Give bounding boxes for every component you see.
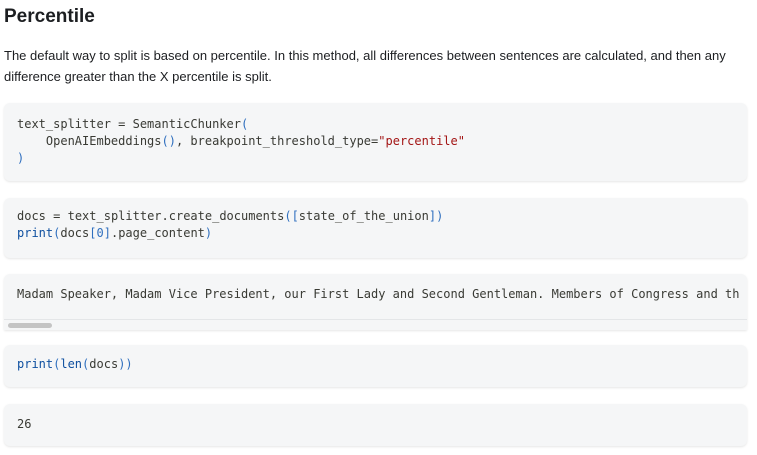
code-token: () bbox=[161, 134, 176, 148]
code-token: ]) bbox=[428, 209, 444, 223]
code-token: 0 bbox=[96, 226, 104, 240]
code-token: ) bbox=[204, 226, 213, 240]
horizontal-scrollbar[interactable] bbox=[4, 319, 747, 330]
code-text[interactable]: text_splitter = SemanticChunker( OpenAIE… bbox=[4, 103, 747, 167]
code-token: ( bbox=[240, 117, 249, 131]
code-token: print bbox=[17, 226, 54, 240]
code-token: docs bbox=[60, 226, 90, 240]
output-block-count[interactable]: 26 bbox=[4, 404, 747, 446]
code-token: .page_content bbox=[110, 226, 205, 240]
code-text[interactable]: print(len(docs)) bbox=[4, 345, 747, 373]
code-token: OpenAIEmbeddings bbox=[45, 134, 162, 148]
code-token: len bbox=[60, 357, 83, 371]
code-block-create-documents[interactable]: docs = text_splitter.create_documents([s… bbox=[4, 198, 747, 258]
code-token: = bbox=[110, 117, 133, 131]
code-token: = bbox=[45, 209, 68, 223]
section-heading: Percentile bbox=[4, 6, 95, 27]
code-token: docs bbox=[17, 209, 46, 223]
code-token: . bbox=[161, 209, 169, 223]
code-token: ([ bbox=[284, 209, 299, 223]
code-token: SemanticChunker bbox=[132, 117, 241, 131]
code-block-semantic-chunker[interactable]: text_splitter = SemanticChunker( OpenAIE… bbox=[4, 103, 747, 181]
code-token: print bbox=[17, 357, 54, 371]
code-token: breakpoint_threshold_type bbox=[190, 134, 372, 148]
description-paragraph: The default way to split is based on per… bbox=[4, 45, 749, 87]
code-token: state_of_the_union bbox=[298, 209, 429, 223]
paragraph-line-2: difference greater than the X percentile… bbox=[4, 69, 272, 84]
code-block-print-len[interactable]: print(len(docs)) bbox=[4, 345, 747, 387]
code-token: )) bbox=[118, 357, 133, 371]
code-token: text_splitter bbox=[67, 209, 162, 223]
code-text[interactable]: docs = text_splitter.create_documents([s… bbox=[4, 198, 747, 242]
paragraph-line-1: The default way to split is based on per… bbox=[4, 48, 726, 63]
code-token: docs bbox=[89, 357, 119, 371]
code-token: create_documents bbox=[168, 209, 285, 223]
code-token: text_splitter bbox=[17, 117, 111, 131]
output-text[interactable]: Madam Speaker, Madam Vice President, our… bbox=[4, 274, 747, 303]
code-token: ] bbox=[103, 226, 111, 240]
code-token: [ bbox=[89, 226, 97, 240]
code-token: ) bbox=[17, 151, 25, 165]
output-text[interactable]: 26 bbox=[4, 404, 747, 433]
code-token: , bbox=[175, 134, 191, 148]
code-token: "percentile" bbox=[378, 134, 465, 148]
output-block-page-content[interactable]: Madam Speaker, Madam Vice President, our… bbox=[4, 274, 747, 330]
scrollbar-thumb[interactable] bbox=[8, 323, 52, 328]
